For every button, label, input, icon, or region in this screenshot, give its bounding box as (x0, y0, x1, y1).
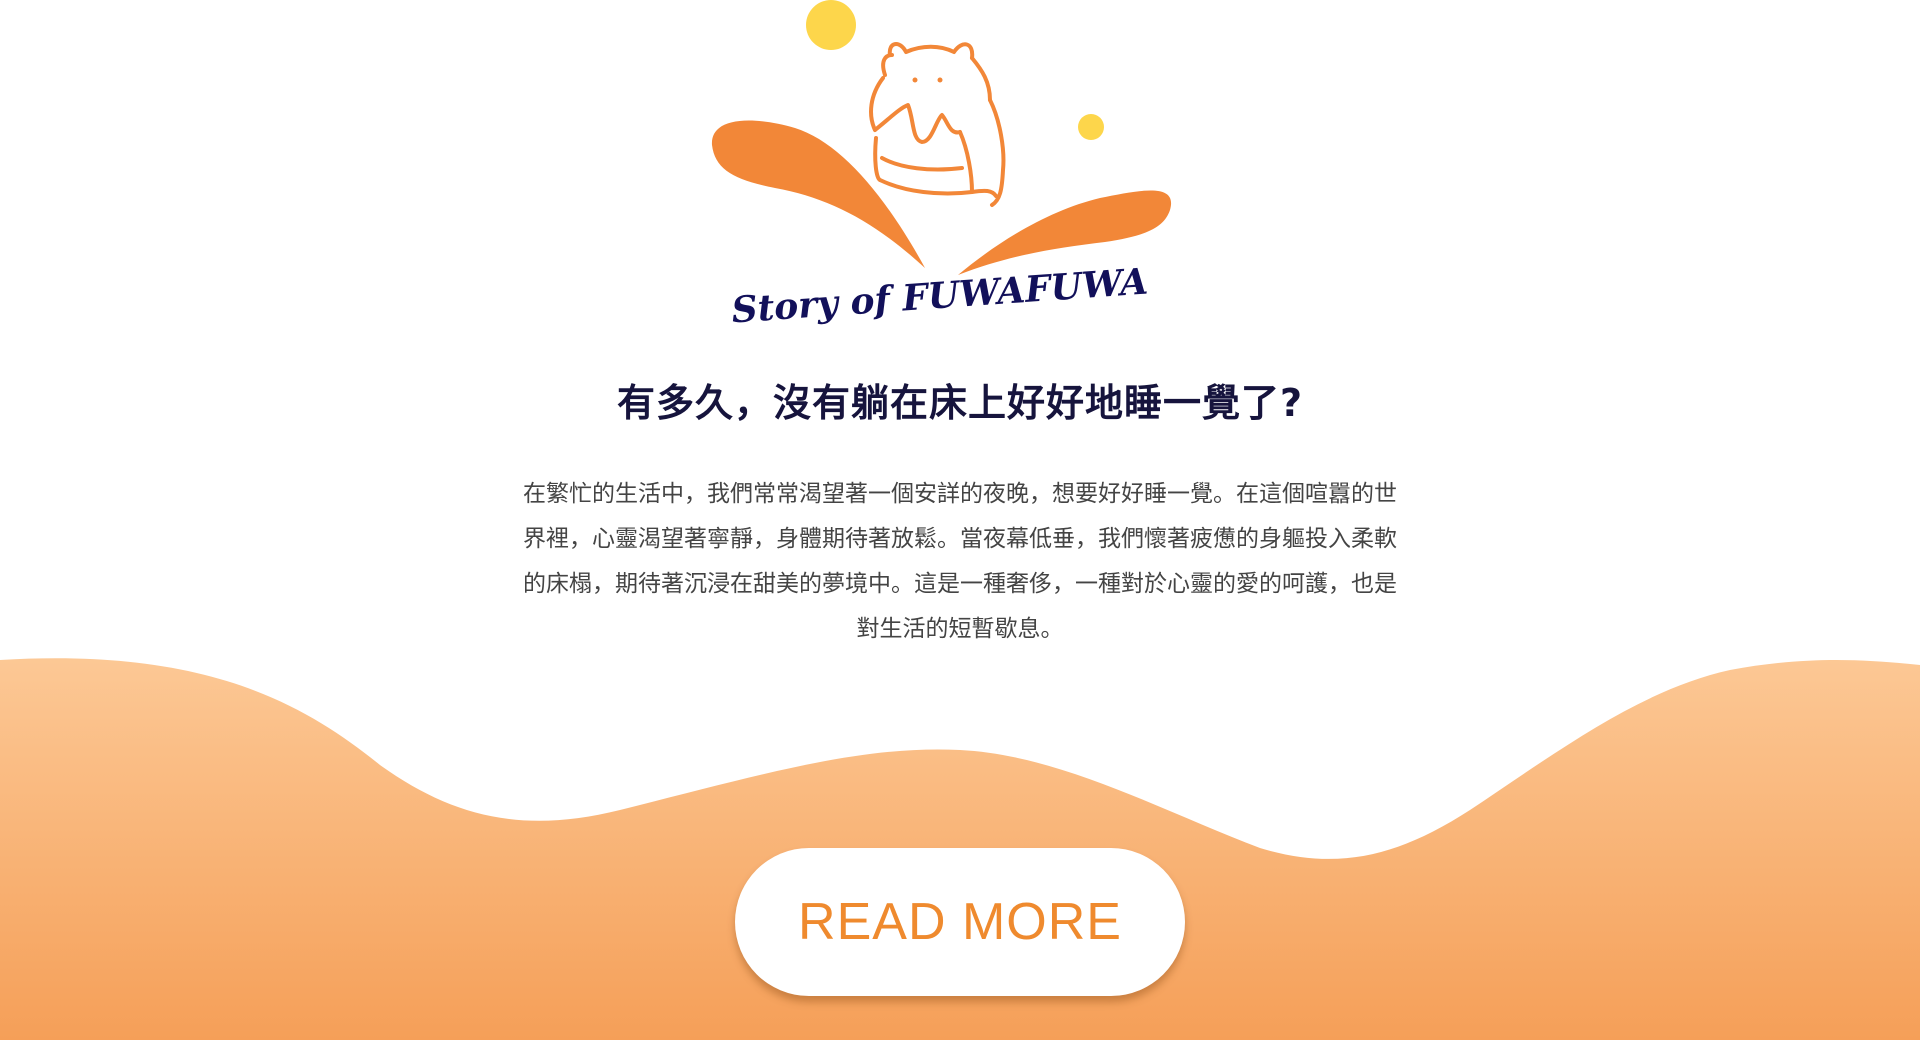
read-more-button[interactable]: READ MORE (735, 848, 1185, 996)
left-splash-icon (711, 120, 925, 268)
yellow-dot-large (806, 0, 856, 50)
cat-outline-icon (869, 42, 1006, 207)
page-title: 有多久，沒有躺在床上好好地睡一覺了? (616, 381, 1304, 425)
yellow-dot-small (1078, 114, 1104, 140)
fuwafuwa-logo: Story of FUWAFUWA (711, 0, 1172, 330)
intro-paragraph: 在繁忙的生活中，我們常常渴望著一個安詳的夜晚，想要好好睡一覺。在這個喧囂的世界裡… (523, 481, 1397, 642)
logo-wordmark: Story of FUWAFUWA (730, 261, 1149, 330)
page: Story of FUWAFUWA 有多久，沒有躺在床上好好地睡一覺了? 在繁忙… (0, 0, 1920, 1040)
